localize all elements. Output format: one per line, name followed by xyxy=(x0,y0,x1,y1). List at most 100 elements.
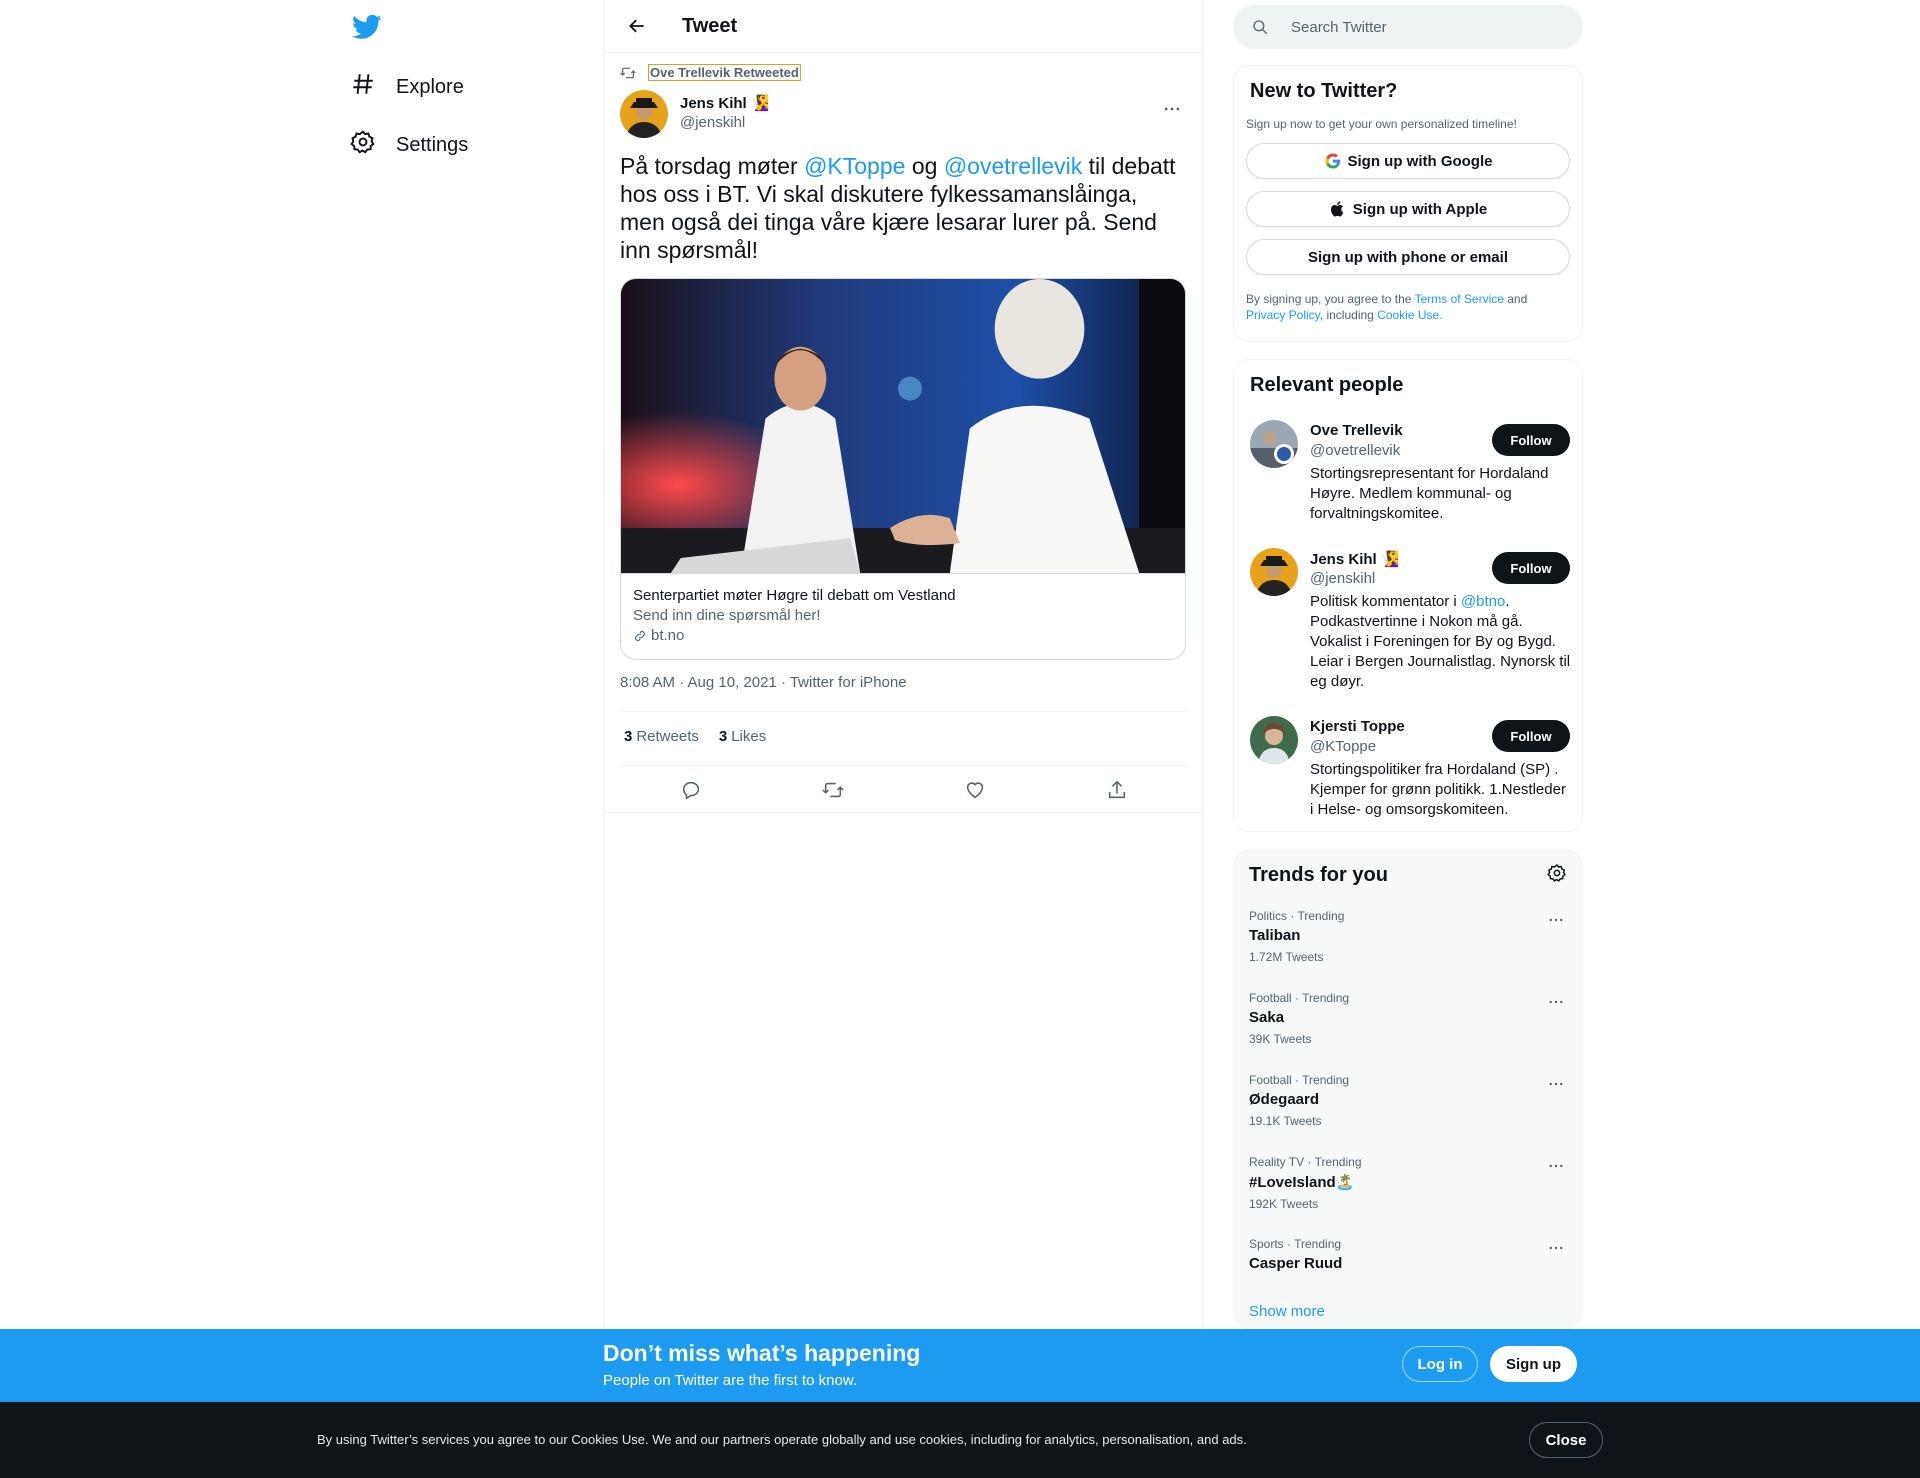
retweeter-link[interactable]: Ove Trellevik Retweeted xyxy=(648,64,801,81)
privacy-policy-link[interactable]: Privacy Policy xyxy=(1246,308,1320,322)
cookie-banner: By using Twitter’s services you agree to… xyxy=(0,1402,1920,1478)
tweet-actions xyxy=(620,770,1188,810)
trend-category: Football · Trending xyxy=(1249,1073,1350,1087)
retweet-icon xyxy=(620,67,636,78)
reply-icon xyxy=(682,781,700,800)
signup-google-label: Sign up with Google xyxy=(1347,152,1493,170)
nav-item-label: Explore xyxy=(396,75,464,98)
avatar[interactable] xyxy=(1250,548,1298,596)
retweet-button[interactable] xyxy=(813,770,853,810)
trend-count: 192K Tweets xyxy=(1249,1197,1319,1211)
like-button[interactable] xyxy=(955,770,995,810)
reply-button[interactable] xyxy=(671,770,711,810)
author-name[interactable]: Jens Kihl 🧏‍♀️ xyxy=(680,94,770,112)
ellipsis-icon[interactable] xyxy=(1545,911,1567,929)
show-more-link[interactable]: Show more xyxy=(1249,1303,1325,1320)
link-icon xyxy=(635,631,645,641)
person-name[interactable]: Ove Trellevik xyxy=(1310,422,1403,439)
trend-item[interactable]: Reality TV · Trending #LoveIsland🏝️ 192K… xyxy=(1249,1155,1567,1211)
link-card[interactable]: Senterpartiet møter Høgre til debatt om … xyxy=(620,278,1186,660)
likes-label: Likes xyxy=(731,728,767,745)
person-bio: Stortingsrepresentant for Hordaland Høyr… xyxy=(1310,465,1549,522)
more-options-button[interactable] xyxy=(1156,98,1188,120)
trend-item[interactable]: Sports · Trending Casper Ruud xyxy=(1249,1237,1567,1272)
card-domain: bt.no xyxy=(633,626,1173,646)
trend-item[interactable]: Football · Trending Ødegaard 19.1K Tweet… xyxy=(1249,1073,1567,1128)
tweet-text-segment: På torsdag møter xyxy=(620,153,805,179)
ellipsis-icon[interactable] xyxy=(1545,1075,1567,1093)
gear-icon xyxy=(350,129,396,161)
avatar[interactable] xyxy=(1250,420,1298,468)
mention-link[interactable]: @KToppe xyxy=(804,153,905,179)
follow-button[interactable]: Follow xyxy=(1492,552,1570,584)
mention-link[interactable]: @ovetrellevik xyxy=(944,153,1082,179)
hashtag-icon xyxy=(350,71,396,103)
gear-icon[interactable] xyxy=(1547,863,1567,888)
tweet-text: På torsdag møter @KToppe og @ovetrellevi… xyxy=(620,152,1188,264)
retweet-icon xyxy=(822,782,844,798)
terms-text: , including xyxy=(1319,308,1378,322)
trend-name: Saka xyxy=(1249,1009,1285,1026)
terms-of-service-link[interactable]: Terms of Service xyxy=(1415,292,1504,306)
author-handle[interactable]: @jenskihl xyxy=(680,114,745,131)
trend-item[interactable]: Football · Trending Saka 39K Tweets xyxy=(1249,991,1567,1046)
signup-terms: By signing up, you agree to the Terms of… xyxy=(1246,291,1570,323)
signup-google-button[interactable]: Sign up with Google xyxy=(1246,143,1570,179)
signup-phone-button[interactable]: Sign up with phone or email xyxy=(1246,239,1570,275)
cookie-use-link[interactable]: Cookie Use. xyxy=(1377,308,1442,322)
google-icon xyxy=(1324,153,1340,169)
close-button[interactable]: Close xyxy=(1529,1422,1603,1458)
person-item[interactable]: Ove Trellevik @ovetrellevik Follow Stort… xyxy=(1250,420,1570,530)
trend-count: 1.72M Tweets xyxy=(1249,950,1324,964)
trend-count: 19.1K Tweets xyxy=(1249,1114,1322,1128)
login-button[interactable]: Log in xyxy=(1402,1346,1478,1382)
trend-category: Reality TV · Trending xyxy=(1249,1155,1362,1169)
arrow-left-icon xyxy=(629,19,644,33)
retweets-count: 3 xyxy=(624,728,633,745)
follow-button[interactable]: Follow xyxy=(1492,720,1570,752)
follow-button[interactable]: Follow xyxy=(1492,424,1570,456)
ellipsis-icon[interactable] xyxy=(1545,993,1567,1011)
card-text: Senterpartiet møter Høgre til debatt om … xyxy=(621,574,1185,658)
person-item[interactable]: Kjersti Toppe @KToppe Follow Stortingspo… xyxy=(1250,716,1570,826)
avatar[interactable] xyxy=(1250,716,1298,764)
person-bio: Stortingspolitiker fra Hordaland (SP) . … xyxy=(1310,761,1566,818)
trend-name: Casper Ruud xyxy=(1249,1255,1343,1272)
trend-item[interactable]: Politics · Trending Taliban 1.72M Tweets xyxy=(1249,909,1567,964)
ellipsis-icon[interactable] xyxy=(1545,1239,1567,1257)
back-button[interactable] xyxy=(620,9,654,43)
trends-title: Trends for you xyxy=(1249,864,1388,886)
person-handle[interactable]: @KToppe xyxy=(1310,738,1376,755)
relevant-people-title: Relevant people xyxy=(1250,374,1404,396)
person-name[interactable]: Kjersti Toppe xyxy=(1310,718,1405,735)
share-button[interactable] xyxy=(1097,770,1137,810)
main-header: Tweet xyxy=(604,0,1202,53)
trend-category: Football · Trending xyxy=(1249,991,1350,1005)
avatar[interactable] xyxy=(620,90,668,138)
tweet-timestamp[interactable]: 8:08 AM · Aug 10, 2021 · Twitter for iPh… xyxy=(620,674,907,691)
person-handle[interactable]: @jenskihl xyxy=(1310,570,1375,587)
mention-link[interactable]: @btno xyxy=(1461,593,1505,610)
trends-header: Trends for you xyxy=(1249,863,1567,888)
terms-text: and xyxy=(1503,292,1528,306)
signup-banner: Don’t miss what’s happening People on Tw… xyxy=(0,1329,1920,1402)
relevant-people-panel: Relevant people Ove Trellevik @ovetrelle… xyxy=(1233,359,1583,832)
signup-button[interactable]: Sign up xyxy=(1490,1346,1577,1382)
divider xyxy=(620,711,1188,712)
ellipsis-icon[interactable] xyxy=(1545,1157,1567,1175)
person-handle[interactable]: @ovetrellevik xyxy=(1310,442,1400,459)
likes-count: 3 xyxy=(718,728,728,745)
nav-item-settings[interactable]: Settings xyxy=(350,125,468,165)
search-input[interactable]: Search Twitter xyxy=(1233,5,1583,49)
twitter-bird-icon[interactable] xyxy=(352,12,388,42)
banner-subtext: People on Twitter are the first to know. xyxy=(603,1372,858,1389)
retweets-stat[interactable]: 3 Retweets xyxy=(624,728,699,745)
banner-headline: Don’t miss what’s happening xyxy=(603,1340,921,1366)
nav-item-explore[interactable]: Explore xyxy=(350,67,464,107)
signup-apple-button[interactable]: Sign up with Apple xyxy=(1246,191,1570,227)
trend-name: #LoveIsland🏝️ xyxy=(1249,1174,1355,1191)
person-item[interactable]: Jens Kihl 🧏‍♀️ @jenskihl Follow Politisk… xyxy=(1250,548,1570,698)
card-domain-text: bt.no xyxy=(651,627,685,644)
likes-stat[interactable]: 3 Likes xyxy=(719,728,766,745)
person-name[interactable]: Jens Kihl 🧏‍♀️ xyxy=(1310,550,1400,568)
